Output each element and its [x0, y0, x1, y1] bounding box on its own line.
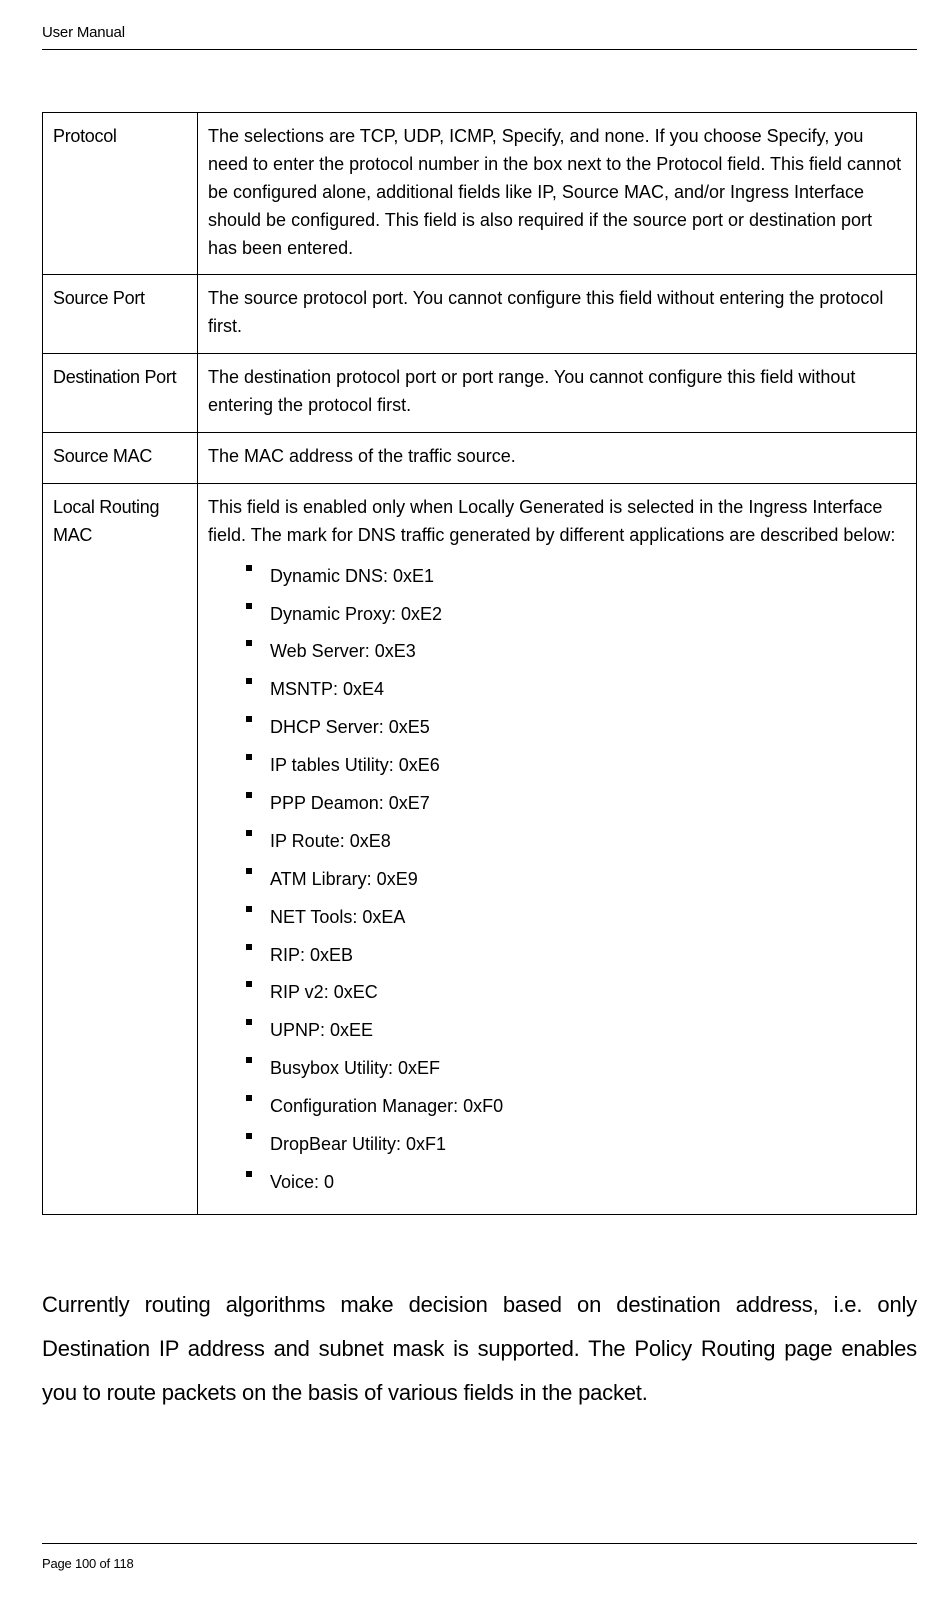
list-item: Dynamic DNS: 0xE1 [208, 558, 906, 596]
list-item-text: ATM Library: 0xE9 [270, 869, 418, 889]
list-item-text: Busybox Utility: 0xEF [270, 1058, 440, 1078]
field-label: Destination Port [43, 354, 198, 433]
list-item-text: Dynamic Proxy: 0xE2 [270, 604, 442, 624]
marks-list: Dynamic DNS: 0xE1 Dynamic Proxy: 0xE2 We… [208, 558, 906, 1202]
table-row: Local Routing MAC This field is enabled … [43, 483, 917, 1214]
footer-page-label: Page [42, 1556, 72, 1571]
list-item-text: DHCP Server: 0xE5 [270, 717, 430, 737]
footer-page-num: 100 [75, 1556, 96, 1571]
field-label: Source Port [43, 275, 198, 354]
list-item: MSNTP: 0xE4 [208, 671, 906, 709]
footer-of-label: of [100, 1556, 110, 1571]
table-row: Source MAC The MAC address of the traffi… [43, 433, 917, 484]
bullet-icon [246, 944, 252, 950]
list-item: RIP: 0xEB [208, 937, 906, 975]
list-item-text: MSNTP: 0xE4 [270, 679, 384, 699]
list-item-text: IP Route: 0xE8 [270, 831, 391, 851]
bullet-icon [246, 906, 252, 912]
list-item-text: RIP v2: 0xEC [270, 982, 378, 1002]
list-item: DHCP Server: 0xE5 [208, 709, 906, 747]
table-row: Destination Port The destination protoco… [43, 354, 917, 433]
field-desc-cell: This field is enabled only when Locally … [198, 483, 917, 1214]
field-label: Protocol [43, 113, 198, 275]
list-item-text: NET Tools: 0xEA [270, 907, 405, 927]
header-title: User Manual [42, 24, 125, 41]
bullet-icon [246, 1171, 252, 1177]
list-item-text: Voice: 0 [270, 1172, 334, 1192]
footer-total: 118 [113, 1556, 133, 1571]
list-item: Voice: 0 [208, 1164, 906, 1202]
field-desc: The selections are TCP, UDP, ICMP, Speci… [198, 113, 917, 275]
list-item: DropBear Utility: 0xF1 [208, 1126, 906, 1164]
list-item-text: DropBear Utility: 0xF1 [270, 1134, 446, 1154]
bullet-icon [246, 1133, 252, 1139]
field-desc: This field is enabled only when Locally … [208, 494, 906, 550]
bullet-icon [246, 1019, 252, 1025]
page-footer: Page 100 of 118 [42, 1543, 917, 1571]
bullet-icon [246, 830, 252, 836]
bullet-icon [246, 716, 252, 722]
bullet-icon [246, 792, 252, 798]
page-container: User Manual Protocol The selections are … [0, 0, 947, 1601]
list-item: IP tables Utility: 0xE6 [208, 747, 906, 785]
bullet-icon [246, 678, 252, 684]
list-item-text: UPNP: 0xEE [270, 1020, 373, 1040]
list-item-text: IP tables Utility: 0xE6 [270, 755, 440, 775]
list-item-text: RIP: 0xEB [270, 945, 353, 965]
page-header: User Manual [42, 24, 917, 50]
list-item-text: Dynamic DNS: 0xE1 [270, 566, 434, 586]
field-label: Source MAC [43, 433, 198, 484]
bullet-icon [246, 754, 252, 760]
field-desc: The MAC address of the traffic source. [198, 433, 917, 484]
list-item-text: PPP Deamon: 0xE7 [270, 793, 430, 813]
list-item: UPNP: 0xEE [208, 1012, 906, 1050]
bullet-icon [246, 640, 252, 646]
fields-table: Protocol The selections are TCP, UDP, IC… [42, 112, 917, 1215]
bullet-icon [246, 565, 252, 571]
list-item: Busybox Utility: 0xEF [208, 1050, 906, 1088]
body-paragraph: Currently routing algorithms make decisi… [42, 1283, 917, 1415]
list-item: RIP v2: 0xEC [208, 974, 906, 1012]
field-desc: The source protocol port. You cannot con… [198, 275, 917, 354]
list-item: IP Route: 0xE8 [208, 823, 906, 861]
list-item-text: Web Server: 0xE3 [270, 641, 416, 661]
bullet-icon [246, 1095, 252, 1101]
field-label: Local Routing MAC [43, 483, 198, 1214]
list-item: Web Server: 0xE3 [208, 633, 906, 671]
table-row: Protocol The selections are TCP, UDP, IC… [43, 113, 917, 275]
list-item: Configuration Manager: 0xF0 [208, 1088, 906, 1126]
bullet-icon [246, 603, 252, 609]
list-item: NET Tools: 0xEA [208, 899, 906, 937]
field-desc: The destination protocol port or port ra… [198, 354, 917, 433]
bullet-icon [246, 868, 252, 874]
bullet-icon [246, 981, 252, 987]
list-item: PPP Deamon: 0xE7 [208, 785, 906, 823]
list-item: Dynamic Proxy: 0xE2 [208, 596, 906, 634]
bullet-icon [246, 1057, 252, 1063]
list-item: ATM Library: 0xE9 [208, 861, 906, 899]
list-item-text: Configuration Manager: 0xF0 [270, 1096, 503, 1116]
table-row: Source Port The source protocol port. Yo… [43, 275, 917, 354]
